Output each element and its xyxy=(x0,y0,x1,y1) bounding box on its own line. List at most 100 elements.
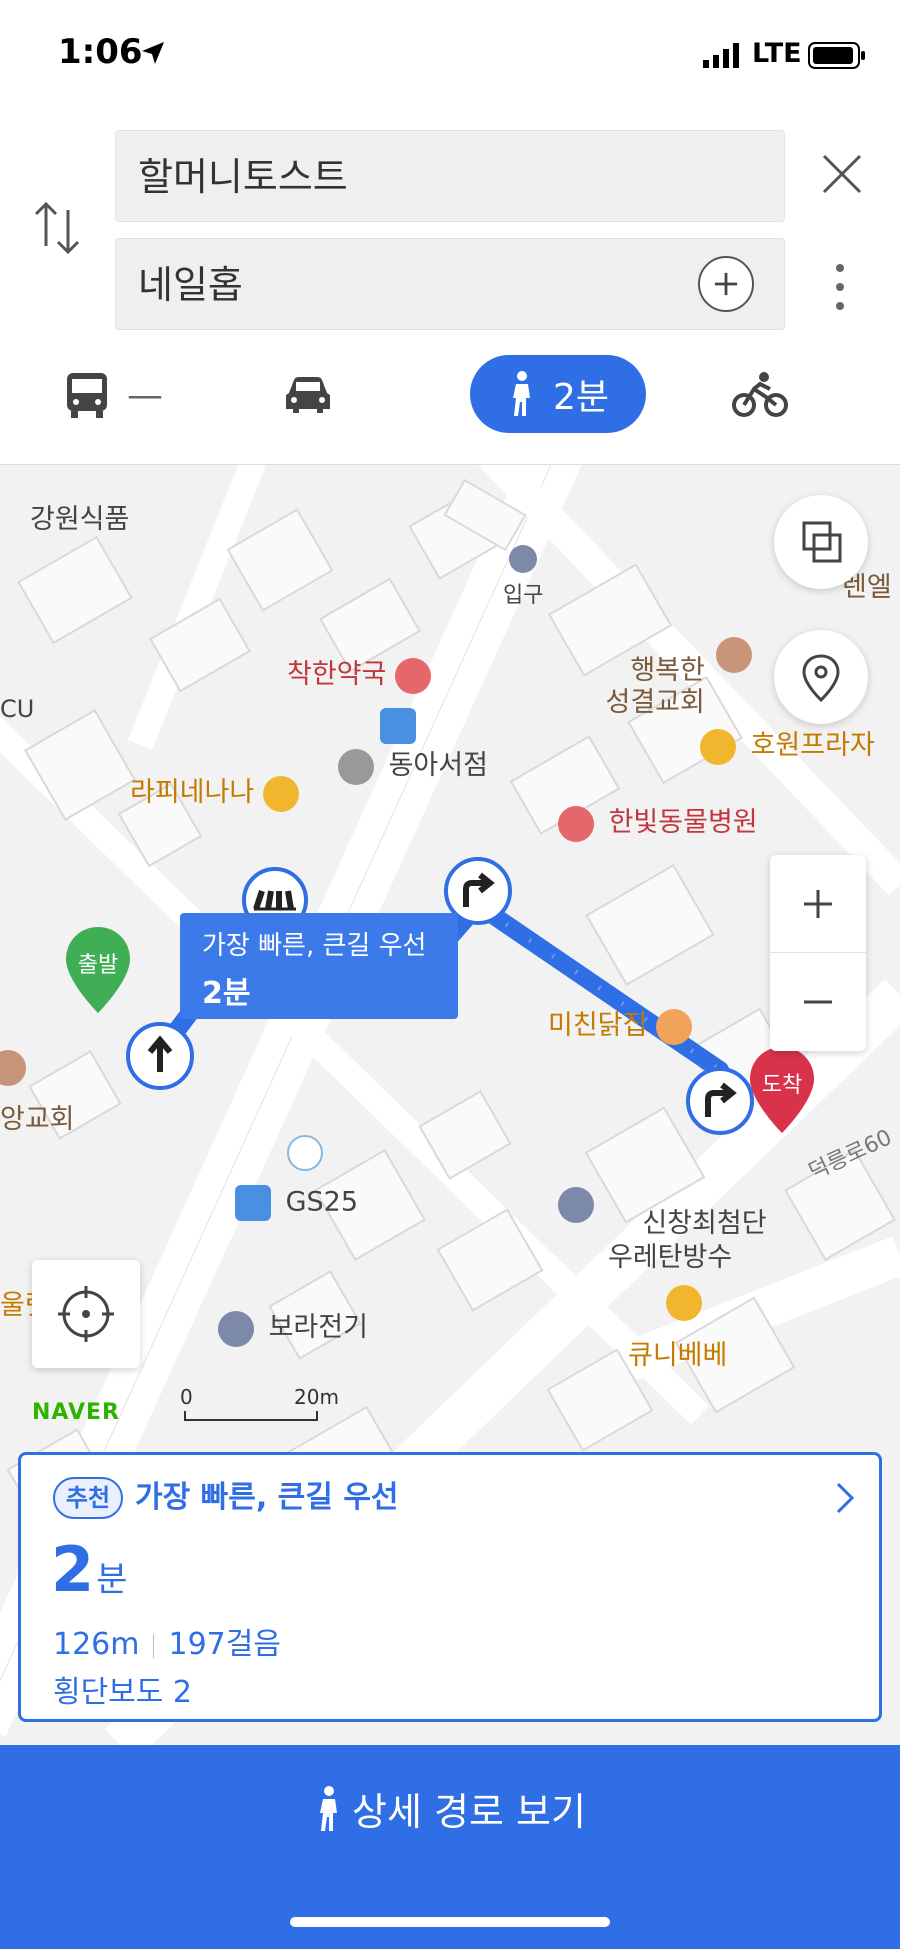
detail-route-label: 상세 경로 보기 xyxy=(352,1790,586,1834)
poi-church-left[interactable]: 앙교회 xyxy=(0,1097,75,1136)
bus-icon xyxy=(67,373,107,418)
close-icon[interactable] xyxy=(818,150,866,198)
zoom-out-button[interactable] xyxy=(770,953,866,1051)
poi-church[interactable]: 행복한 성결교회 xyxy=(596,623,705,751)
car-icon xyxy=(286,377,330,413)
poi-michin[interactable]: 미친닭집 xyxy=(548,1003,698,1045)
plus-icon xyxy=(804,889,832,918)
mode-car[interactable] xyxy=(283,355,333,435)
shopping-icon xyxy=(262,775,299,812)
divider xyxy=(153,1633,155,1658)
poi-rapi[interactable]: 라피네나나 xyxy=(130,770,305,812)
duration-number: 2 xyxy=(51,1533,95,1606)
transport-modes: — 2분 xyxy=(0,355,900,435)
mode-bike[interactable] xyxy=(732,355,788,435)
bus-stop-icon xyxy=(380,708,416,744)
building-icon xyxy=(509,545,538,573)
poi-bora[interactable]: 보라전기 xyxy=(218,1305,368,1347)
current-location-button[interactable] xyxy=(32,1260,140,1368)
zoom-controls xyxy=(770,855,866,1051)
mode-transit[interactable]: — xyxy=(65,355,163,435)
more-icon[interactable] xyxy=(832,262,848,312)
walk-time: 2분 xyxy=(552,377,610,418)
poi-label: GS25 xyxy=(285,1186,359,1218)
poi-label: 신창최첨단 우레탄방수 xyxy=(608,1208,767,1273)
scale-zero: 0 xyxy=(180,1385,193,1409)
poi-bookstore[interactable]: 동아서점 xyxy=(338,743,488,785)
walk-icon xyxy=(512,371,530,416)
poi-entrance[interactable]: 입구 xyxy=(503,545,543,609)
gs25-icon xyxy=(287,1135,323,1171)
walk-icon xyxy=(320,1785,338,1831)
poi-cu[interactable]: CU xyxy=(0,695,34,723)
chevron-right-icon xyxy=(836,1482,855,1514)
end-label: 도착 xyxy=(761,1073,803,1098)
poi-label: 입구 xyxy=(503,583,544,608)
poi-label: 호원프라자 xyxy=(750,730,875,761)
poi-label: 보라전기 xyxy=(268,1312,368,1343)
network-label: LTE xyxy=(752,38,802,69)
poi-label: 큐니베베 xyxy=(628,1340,728,1371)
end-marker[interactable]: 도착 xyxy=(748,1045,816,1135)
route-tooltip-time: 2분 xyxy=(202,976,251,1011)
route-search-header: 할머니토스트 네일홉 — 2분 xyxy=(0,110,900,465)
add-waypoint-icon[interactable] xyxy=(698,256,754,312)
route-distance: 126m xyxy=(53,1627,140,1662)
route-duration: 2분 xyxy=(51,1533,127,1606)
detail-route-button[interactable]: 상세 경로 보기 xyxy=(0,1745,900,1949)
bike-icon xyxy=(732,372,788,417)
place-button[interactable] xyxy=(774,630,868,724)
duration-unit: 분 xyxy=(96,1560,128,1600)
pin-outline-icon xyxy=(802,654,840,703)
building-icon xyxy=(558,1187,594,1223)
straight-arrow-marker[interactable] xyxy=(124,1020,196,1092)
pharmacy-icon xyxy=(394,657,431,694)
poi-hoewon[interactable]: 호원프라자 xyxy=(700,723,875,765)
route-summary-card[interactable]: 추천 가장 빠른, 큰길 우선 2분 126m 197걸음 횡단보도 2 xyxy=(18,1452,882,1722)
route-tooltip[interactable]: 가장 빠른, 큰길 우선 2분 xyxy=(180,913,458,1019)
animal-hospital-icon xyxy=(558,805,594,842)
crosswalk-count: 횡단보도 2 xyxy=(53,1675,193,1710)
store-icon xyxy=(338,748,374,785)
status-bar: 1:06 LTE xyxy=(0,0,900,110)
detail-route-content: 상세 경로 보기 xyxy=(0,1781,900,1836)
start-marker[interactable]: 출발 xyxy=(64,925,132,1015)
layers-button[interactable] xyxy=(774,495,868,589)
origin-text: 할머니토스트 xyxy=(138,155,348,199)
zoom-in-button[interactable] xyxy=(770,855,866,953)
naver-logo: NAVER xyxy=(32,1400,120,1425)
church-icon xyxy=(716,637,752,673)
poi-label: 한빛동물병원 xyxy=(608,807,758,838)
transit-time: — xyxy=(127,374,163,416)
building-icon xyxy=(218,1310,254,1347)
shopping-icon xyxy=(700,728,736,765)
mode-walk[interactable]: 2분 xyxy=(470,355,646,433)
route-stats: 126m 197걸음 xyxy=(53,1619,281,1663)
poi-hospital[interactable]: 한빛동물병원 xyxy=(558,800,758,842)
shopping-icon xyxy=(666,1285,702,1321)
poi-label: 라피네나나 xyxy=(130,777,255,808)
scale-bar xyxy=(184,1411,318,1421)
status-time: 1:06 xyxy=(58,32,143,72)
location-arrow-icon xyxy=(142,42,164,64)
poi-gs25[interactable]: GS25 xyxy=(235,1185,358,1221)
poi-label: 앙교회 xyxy=(0,1104,75,1135)
origin-input[interactable]: 할머니토스트 xyxy=(115,130,785,222)
poi-kyuni[interactable]: 큐니베베 xyxy=(628,1333,727,1372)
start-label: 출발 xyxy=(77,953,119,978)
signal-icon xyxy=(703,43,739,68)
battery-icon xyxy=(808,42,865,69)
map-scale: 0 20m xyxy=(180,1385,340,1425)
route-title: 가장 빠른, 큰길 우선 xyxy=(135,1480,399,1515)
poi-label: 동아서점 xyxy=(388,750,488,781)
recommended-badge: 추천 xyxy=(53,1477,123,1519)
destination-input[interactable]: 네일홉 xyxy=(115,238,785,330)
poi-label: 강원식품 xyxy=(30,504,130,535)
poi-label: 착한약국 xyxy=(287,659,387,690)
swap-icon[interactable] xyxy=(32,198,82,258)
home-indicator[interactable] xyxy=(290,1917,610,1927)
turn-right-marker-2[interactable] xyxy=(684,1065,756,1137)
minus-icon xyxy=(804,1000,832,1004)
poi-gangwon[interactable]: 강원식품 xyxy=(30,497,129,536)
poi-pharmacy[interactable]: 착한약국 xyxy=(287,652,437,694)
